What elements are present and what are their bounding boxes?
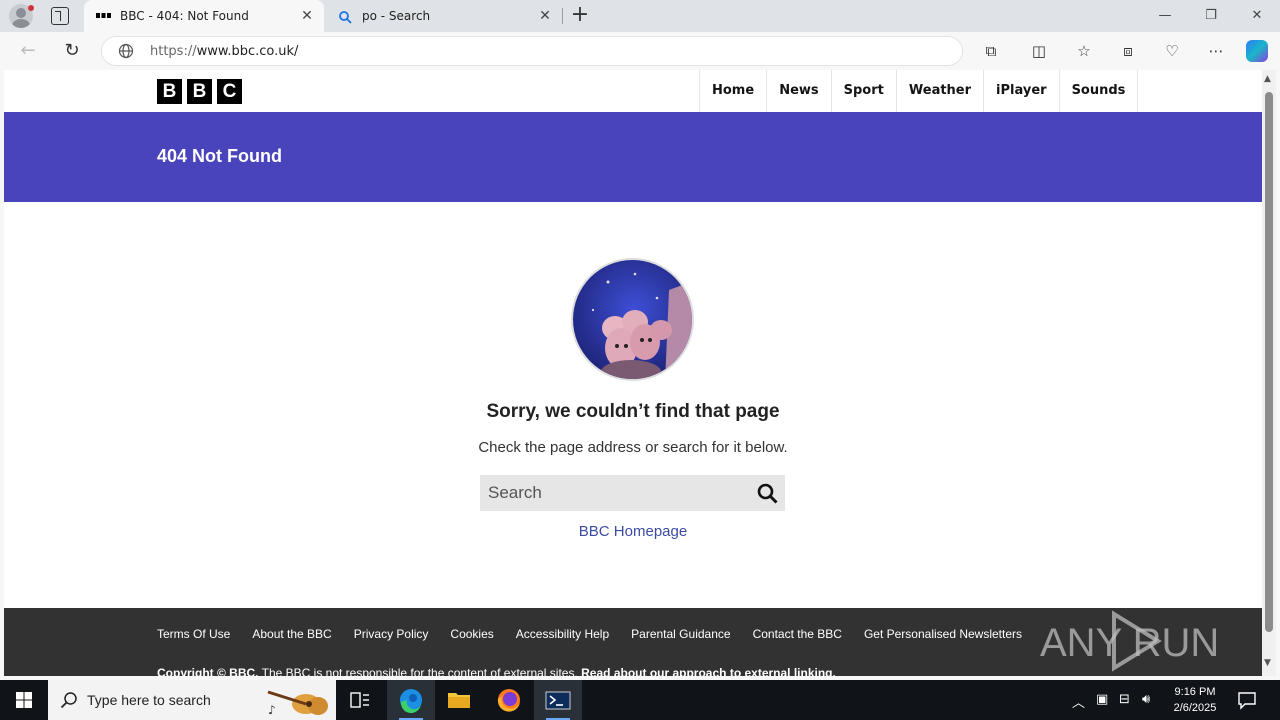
notifications-icon[interactable] bbox=[1236, 690, 1258, 710]
close-tab-icon[interactable]: ✕ bbox=[536, 7, 554, 25]
url-text: https://www.bbc.co.uk/ bbox=[150, 44, 299, 59]
svg-text:♪: ♪ bbox=[268, 703, 276, 717]
bbc-logo[interactable]: BBC bbox=[157, 79, 247, 104]
tab-search[interactable]: po - Search ✕ bbox=[326, 0, 562, 32]
collections-icon[interactable]: ⧈ bbox=[1117, 40, 1139, 62]
nav-sounds[interactable]: Sounds bbox=[1060, 70, 1139, 112]
task-view-icon[interactable] bbox=[336, 680, 384, 720]
address-bar[interactable]: https://www.bbc.co.uk/ bbox=[101, 36, 963, 66]
error-content: Sorry, we couldn’t find that page Check … bbox=[4, 202, 1262, 608]
scroll-up-icon[interactable]: ▲ bbox=[1264, 74, 1271, 84]
footer-links: Terms Of Use About the BBC Privacy Polic… bbox=[157, 627, 1022, 641]
close-window-icon[interactable]: ✕ bbox=[1242, 4, 1272, 28]
banner-title: 404 Not Found bbox=[157, 146, 282, 166]
hero-image bbox=[571, 258, 694, 381]
search-icon[interactable] bbox=[757, 483, 778, 504]
windows-start-icon[interactable] bbox=[0, 680, 48, 720]
footer-link-terms[interactable]: Terms Of Use bbox=[157, 627, 230, 641]
bbc-header: BBC Home News Sport Weather iPlayer Soun… bbox=[4, 70, 1262, 112]
screen: BBC - 404: Not Found ✕ po - Search ✕ + —… bbox=[0, 0, 1280, 720]
tray-overflow-chevron-icon[interactable]: ︿ bbox=[1072, 692, 1085, 711]
browser-toolbar: ← ↻ https://www.bbc.co.uk/ ⧉ ◫ ☆ ⧈ ♡ ⋯ bbox=[0, 32, 1280, 70]
volume-icon[interactable]: 🔊︎ bbox=[1142, 692, 1150, 707]
footer-copyright: Copyright © BBC. The BBC is not responsi… bbox=[157, 666, 836, 676]
copilot-icon[interactable] bbox=[1246, 40, 1268, 62]
error-title: Sorry, we couldn’t find that page bbox=[486, 401, 780, 422]
nav-iplayer[interactable]: iPlayer bbox=[984, 70, 1060, 112]
tab-title: po - Search bbox=[362, 9, 431, 23]
logo-letter: B bbox=[187, 79, 212, 104]
clock-date: 2/6/2025 bbox=[1173, 702, 1217, 714]
search-icon bbox=[60, 692, 77, 709]
footer-link-privacy[interactable]: Privacy Policy bbox=[354, 627, 429, 641]
notification-dot-icon bbox=[28, 5, 34, 11]
footer-link-newsletters[interactable]: Get Personalised Newsletters bbox=[864, 627, 1022, 641]
search-input[interactable] bbox=[480, 475, 750, 511]
clock-time: 9:16 PM bbox=[1174, 686, 1216, 698]
page-viewport: BBC Home News Sport Weather iPlayer Soun… bbox=[4, 70, 1262, 676]
tab-separator bbox=[562, 8, 563, 24]
error-subtitle: Check the page address or search for it … bbox=[478, 439, 788, 456]
windows-taskbar: Type here to search ♪ ︿ ▣ ⊟ 🔊︎ 9:16 PM 2… bbox=[0, 680, 1280, 720]
bbc-homepage-link[interactable]: BBC Homepage bbox=[4, 523, 1262, 540]
firefox-icon[interactable] bbox=[485, 680, 533, 720]
taskbar-search-text: Type here to search bbox=[87, 692, 211, 708]
new-tab-plus-icon[interactable]: + bbox=[569, 4, 591, 26]
nav-sport[interactable]: Sport bbox=[832, 70, 897, 112]
back-arrow-icon[interactable]: ← bbox=[15, 38, 41, 64]
restore-icon[interactable]: ❐ bbox=[1196, 4, 1226, 28]
powershell-icon[interactable] bbox=[534, 680, 582, 720]
tab-bbc[interactable]: BBC - 404: Not Found ✕ bbox=[84, 0, 324, 32]
network-icon[interactable]: ⊟ bbox=[1119, 692, 1130, 707]
scrollbar-thumb[interactable] bbox=[1265, 92, 1273, 632]
close-tab-icon[interactable]: ✕ bbox=[298, 7, 316, 25]
favorites-star-icon[interactable]: ☆ bbox=[1073, 40, 1095, 62]
footer-link-accessibility[interactable]: Accessibility Help bbox=[516, 627, 609, 641]
guitar-illustration-icon: ♪ bbox=[267, 690, 328, 717]
minimize-icon[interactable]: — bbox=[1150, 4, 1180, 28]
external-linking-link[interactable]: Read about our approach to external link… bbox=[581, 666, 836, 676]
search-favicon-icon bbox=[339, 11, 352, 24]
bbc-favicon-icon bbox=[96, 13, 111, 18]
globe-icon bbox=[118, 43, 134, 59]
more-menu-icon[interactable]: ⋯ bbox=[1205, 40, 1227, 62]
logo-letter: B bbox=[157, 79, 182, 104]
nav-weather[interactable]: Weather bbox=[897, 70, 985, 112]
footer-link-parental[interactable]: Parental Guidance bbox=[631, 627, 730, 641]
nav-home[interactable]: Home bbox=[700, 70, 768, 112]
browser-essentials-icon[interactable]: ♡ bbox=[1161, 40, 1183, 62]
tab-strip: BBC - 404: Not Found ✕ po - Search ✕ + —… bbox=[0, 0, 1280, 32]
split-screen-icon[interactable]: ◫ bbox=[1028, 40, 1050, 62]
search-box bbox=[480, 475, 785, 511]
taskbar-clock[interactable]: 9:16 PM 2/6/2025 bbox=[1168, 684, 1222, 716]
taskbar-search[interactable]: Type here to search ♪ bbox=[48, 680, 336, 720]
scroll-down-icon[interactable]: ▼ bbox=[1264, 658, 1271, 668]
tab-actions-icon[interactable] bbox=[51, 7, 69, 25]
tray-device-icon[interactable]: ▣ bbox=[1096, 692, 1108, 707]
refresh-icon[interactable]: ↻ bbox=[59, 38, 85, 64]
logo-letter: C bbox=[217, 79, 242, 104]
extensions-icon[interactable]: ⧉ bbox=[980, 40, 1002, 62]
edge-taskbar-icon[interactable] bbox=[387, 680, 435, 720]
footer-link-about[interactable]: About the BBC bbox=[252, 627, 331, 641]
file-explorer-icon[interactable] bbox=[435, 680, 483, 720]
page-scrollbar[interactable]: ▲ ▼ bbox=[1262, 70, 1276, 676]
footer-link-contact[interactable]: Contact the BBC bbox=[753, 627, 842, 641]
footer-link-cookies[interactable]: Cookies bbox=[450, 627, 493, 641]
tab-title: BBC - 404: Not Found bbox=[120, 9, 249, 23]
anyrun-watermark: ANY RUN bbox=[1040, 610, 1219, 672]
nav-news[interactable]: News bbox=[767, 70, 832, 112]
error-banner: 404 Not Found bbox=[4, 112, 1262, 202]
bbc-nav: Home News Sport Weather iPlayer Sounds bbox=[699, 70, 1139, 112]
